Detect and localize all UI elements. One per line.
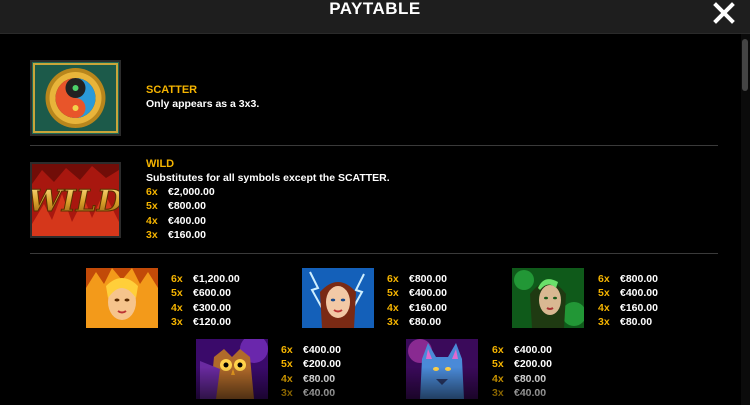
storm-woman-paytable: 6x €800.00 5x €400.00 4x €160.00 3x €80.00 xyxy=(387,272,447,329)
scatter-symbol-icon xyxy=(30,60,121,136)
pay-row: 5x €600.00 xyxy=(171,287,231,300)
fire-woman-paytable: 6x €1,200.00 5x €600.00 4x €300.00 3x €120.0… xyxy=(171,272,240,329)
pay-row: 6x €2,000.00 xyxy=(146,186,215,198)
bottom-fade xyxy=(0,367,741,405)
owl-symbol-icon xyxy=(196,339,268,399)
pay-row: 4x €80.00 xyxy=(492,372,547,385)
storm-woman-symbol-icon xyxy=(302,268,374,328)
pay-row: 5x €400.00 xyxy=(387,287,447,300)
wild-description: Substitutes for all symbols except the S… xyxy=(146,172,390,184)
pay-row: 4x €300.00 xyxy=(171,301,231,314)
nature-woman-symbol-icon xyxy=(512,268,584,328)
wolf-symbol-icon xyxy=(406,339,478,399)
wild-symbol-icon: WILD xyxy=(30,162,121,238)
pay-row: 6x €800.00 xyxy=(387,273,447,285)
pay-row: 3x €120.00 xyxy=(171,315,231,328)
scrollbar-thumb[interactable] xyxy=(742,39,748,91)
pay-row: 4x €160.00 xyxy=(598,301,658,314)
owl-paytable: 6x €400.00 5x €200.00 4x €80.00 3x €40.00 xyxy=(281,343,341,400)
pay-row: 5x €400.00 xyxy=(598,287,658,300)
divider xyxy=(30,145,718,146)
pay-row: 3x €40.00 xyxy=(281,386,336,399)
page-title: PAYTABLE xyxy=(329,0,421,18)
pay-row: 4x €160.00 xyxy=(387,301,447,314)
fire-woman-symbol-icon xyxy=(86,268,158,328)
pay-row: 4x €400.00 xyxy=(146,214,206,227)
scatter-title: SCATTER xyxy=(146,84,198,96)
wild-paytable: 6x €2,000.00 5x €800.00 4x €400.00 3x €160.0… xyxy=(146,185,215,242)
pay-row: 3x €80.00 xyxy=(598,315,653,328)
pay-row: 3x €80.00 xyxy=(387,315,442,328)
pay-row: 6x €800.00 xyxy=(598,273,658,285)
wolf-paytable: 6x €400.00 5x €200.00 4x €80.00 3x €40.00 xyxy=(492,343,552,400)
pay-row: 3x €160.00 xyxy=(146,228,206,241)
nature-woman-paytable: 6x €800.00 5x €400.00 4x €160.00 3x €80.00 xyxy=(598,272,658,329)
paytable-header: PAYTABLE xyxy=(0,0,750,34)
pay-row: 5x €200.00 xyxy=(492,358,552,371)
pay-row: 5x €200.00 xyxy=(281,358,341,371)
pay-row: 6x €1,200.00 xyxy=(171,273,240,285)
close-icon[interactable] xyxy=(712,1,736,25)
scatter-description: Only appears as a 3x3. xyxy=(146,98,260,110)
pay-row: 5x €800.00 xyxy=(146,200,206,213)
pay-row: 4x €80.00 xyxy=(281,372,336,385)
divider xyxy=(30,253,718,254)
scrollbar[interactable] xyxy=(741,34,750,405)
pay-row: 6x €400.00 xyxy=(281,344,341,356)
pay-row: 3x €40.00 xyxy=(492,386,547,399)
pay-row: 6x €400.00 xyxy=(492,344,552,356)
wild-title: WILD xyxy=(146,158,175,170)
wild-icon-text: WILD xyxy=(32,184,119,219)
